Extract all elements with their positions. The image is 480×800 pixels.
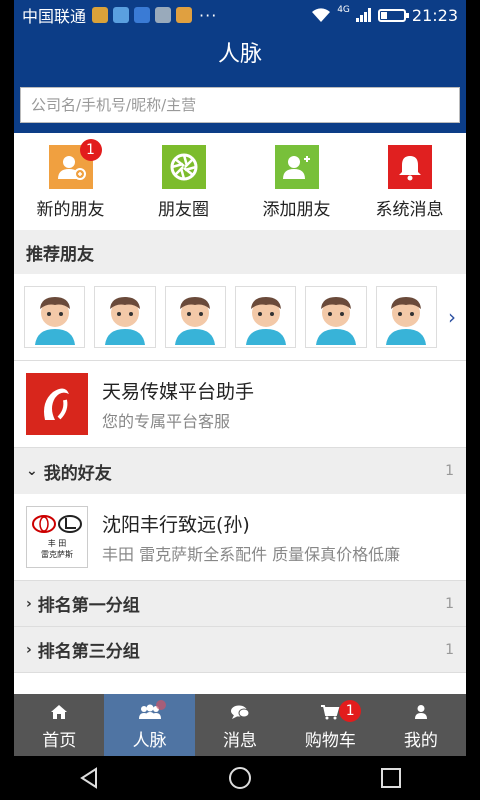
add-friend-label: 添加朋友 [262,200,331,220]
right-edge [466,0,480,800]
wifi-icon [312,8,331,22]
tab-label: 购物车 [304,731,356,751]
add-friend-icon [274,145,319,189]
toyota-lexus-logo: 丰 田 雷克萨斯 [26,506,88,568]
app-notification-icon [176,7,193,23]
group-item[interactable]: › 排名第三分组 1 [14,627,466,673]
clock: 21:23 [411,5,458,25]
friend-item[interactable]: 丰 田 雷克萨斯 沈阳丰行致远(孙) 丰田 雷克萨斯全系配件 质量保真价格低廉 [14,494,466,581]
moments-icon [161,145,206,189]
more-notifications: ··· [199,5,218,25]
group-title: 排名第一分组 [37,596,140,616]
network-type: 4G [337,4,350,15]
group-item[interactable]: › 排名第一分组 1 [14,581,466,627]
tab-mine[interactable]: 我的 [376,694,466,756]
user-icon [376,702,466,722]
logo-text: 丰 田 [47,539,67,548]
recommended-avatar[interactable] [305,286,367,348]
recommended-header: 推荐朋友 [14,230,466,274]
home-icon [14,702,104,722]
my-friends-count: 1 [445,463,454,479]
search-input[interactable] [20,87,460,123]
tab-contacts[interactable]: 人脉 [104,694,195,756]
assistant-logo [26,373,88,435]
app-notification-icon [113,7,130,23]
tab-messages[interactable]: 消息 [195,694,285,756]
chevron-right-icon[interactable]: › [448,305,456,329]
moments-button[interactable]: 朋友圈 [129,145,239,220]
carrier-label: 中国联通 [22,7,87,26]
image-notification-icon [155,7,172,23]
assistant-item[interactable]: 天易传媒平台助手 您的专属平台客服 [14,361,466,448]
tab-label: 我的 [403,731,438,751]
system-message-button[interactable]: 系统消息 [355,145,465,220]
group-title: 排名第三分组 [37,642,140,662]
status-bar: 中国联通 ··· 4G 21:23 [14,0,466,30]
my-friends-header[interactable]: ⌄ 我的好友 1 [14,448,466,494]
chevron-right-icon: › [26,641,32,658]
page-title: 人脉 [14,30,466,80]
recommended-list: › [14,274,466,361]
chevron-down-icon: ⌄ [26,463,38,479]
recommended-avatar[interactable] [375,286,437,348]
recommended-avatar[interactable] [164,286,226,348]
tab-label: 消息 [223,731,258,751]
app-frame: 中国联通 ··· 4G 21:23 人脉 公司名/手机号/昵称/主营 1 新的朋… [14,0,466,800]
recommended-avatar[interactable] [24,286,86,348]
contacts-icon [104,702,194,722]
new-friend-label: 新的朋友 [36,200,105,220]
assistant-title: 天易传媒平台助手 [102,380,255,403]
signal-icon [355,8,371,22]
quick-actions: 1 新的朋友 朋友圈 添加朋友 系统消息 [14,133,466,230]
cart-icon [285,702,375,722]
my-friends-title: 我的好友 [43,463,112,484]
tab-cart[interactable]: 1 购物车 [285,694,375,756]
moments-label: 朋友圈 [158,200,209,220]
tab-bar: 首页 人脉 消息 1 购物车 我的 [14,694,466,756]
friend-name: 沈阳丰行致远(孙) [102,513,250,536]
group-count: 1 [445,641,454,658]
battery-icon [377,8,409,22]
new-friend-badge: 1 [79,139,102,161]
tab-home[interactable]: 首页 [14,694,104,756]
assistant-subtitle: 您的专属平台客服 [102,411,231,431]
recommended-avatar[interactable] [94,286,156,348]
bell-icon [387,145,432,189]
friend-description: 丰田 雷克萨斯全系配件 质量保真价格低廉 [102,544,401,564]
left-edge [0,0,14,800]
group-count: 1 [445,595,454,612]
recommended-avatar[interactable] [234,286,297,348]
recents-icon[interactable] [380,767,402,789]
tab-label: 首页 [42,731,77,751]
app-notification-icon [92,7,109,23]
system-message-label: 系统消息 [375,200,444,220]
app-notification-icon [134,7,151,23]
tab-label: 人脉 [132,731,167,751]
home-circle-icon[interactable] [228,766,252,790]
add-friend-button[interactable]: 添加朋友 [242,145,352,220]
logo-text: 雷克萨斯 [41,550,73,559]
search-bar [14,80,466,133]
system-nav-bar [14,756,466,800]
new-friend-button[interactable]: 1 新的朋友 [16,139,126,220]
back-icon[interactable] [78,767,100,789]
chevron-right-icon: › [26,595,32,612]
chat-icon [195,702,285,722]
